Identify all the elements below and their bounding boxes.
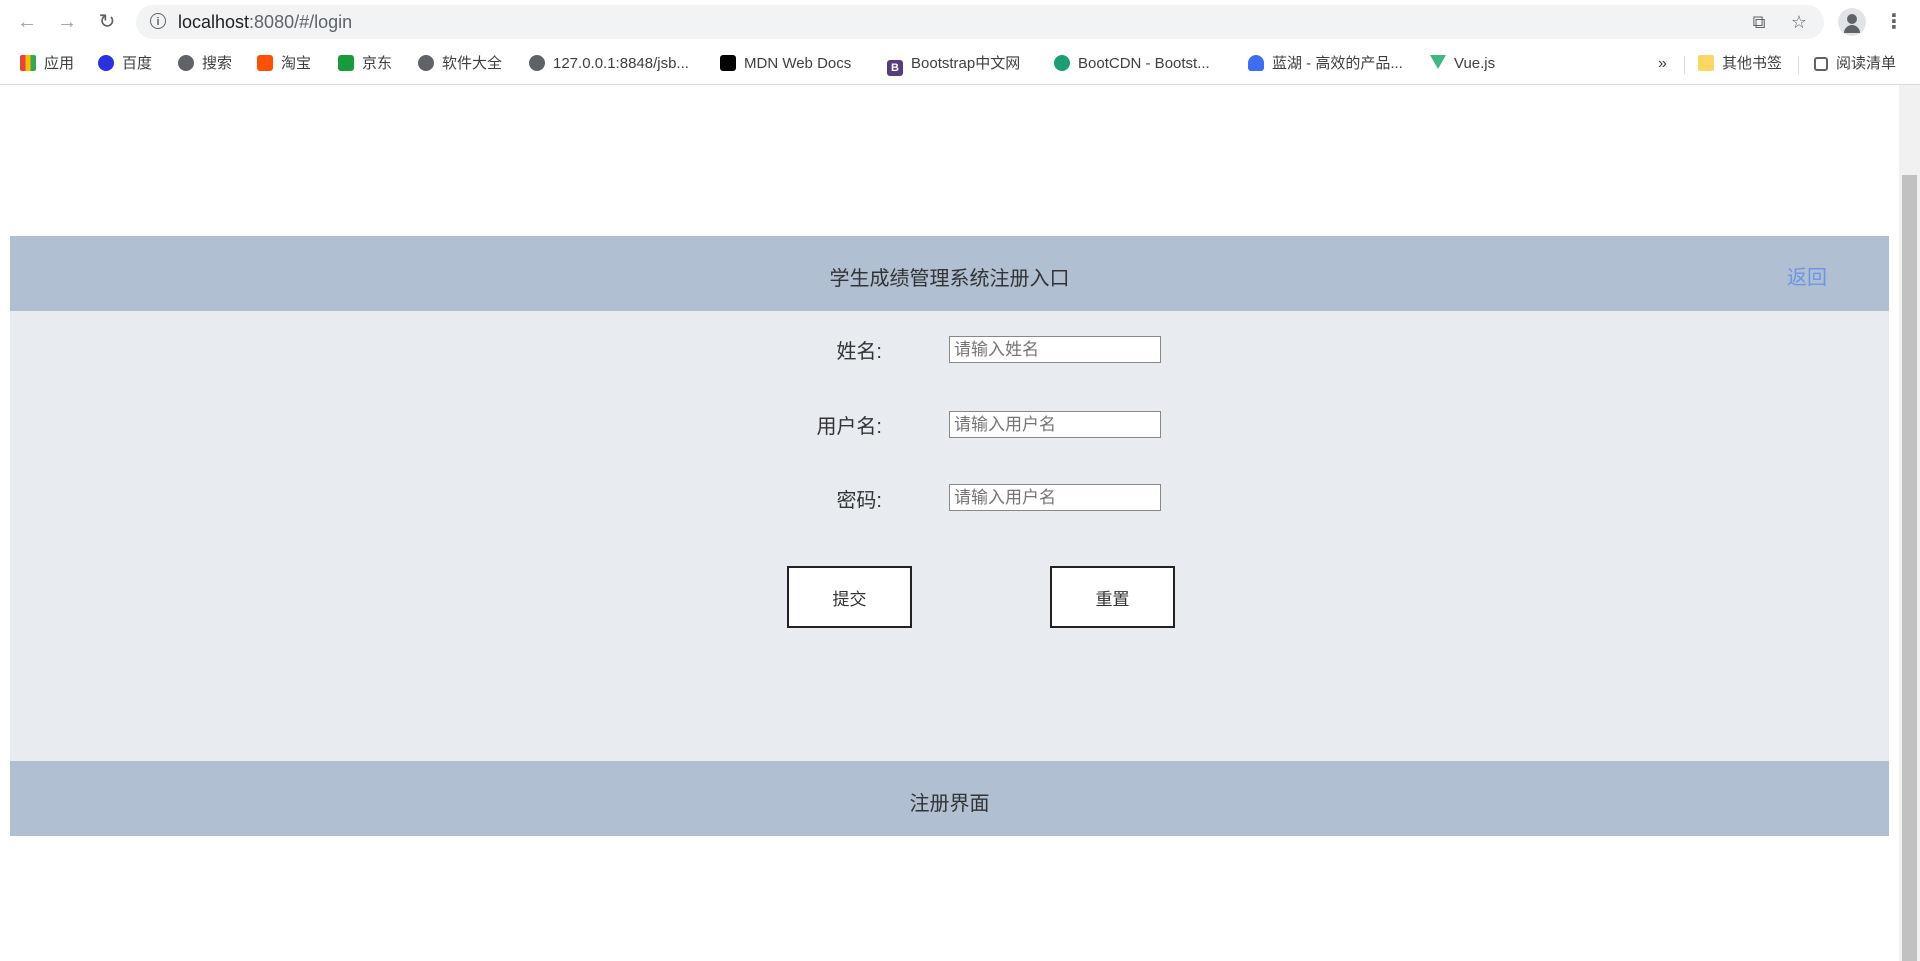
globe-icon (529, 55, 545, 71)
bookmark-bootstrap[interactable]: B Bootstrap中文网 (887, 54, 1021, 76)
page-header: 学生成绩管理系统注册入口 返回 (10, 236, 1889, 311)
mdn-icon (720, 55, 736, 71)
bookmark-label: 127.0.0.1:8848/jsb... (553, 55, 689, 72)
submit-button[interactable]: 提交 (787, 566, 912, 628)
name-label: 姓名: (836, 341, 882, 363)
reload-icon[interactable]: ↻ (95, 10, 119, 34)
password-input[interactable] (949, 484, 1161, 511)
bookmark-label: 蓝湖 - 高效的产品... (1272, 55, 1403, 72)
username-input[interactable] (949, 411, 1161, 438)
bookmark-vue[interactable]: Vue.js (1430, 54, 1495, 74)
bookmark-apps[interactable]: 应用 (20, 54, 74, 74)
bookmark-taobao[interactable]: 淘宝 (257, 54, 311, 74)
bookmark-label: MDN Web Docs (744, 55, 852, 72)
page-footer: 注册界面 (10, 761, 1889, 836)
back-link[interactable]: 返回 (1787, 261, 1827, 290)
bookmark-label: 淘宝 (281, 55, 312, 72)
back-arrow-icon[interactable]: ← (15, 10, 39, 34)
page-viewport: 学生成绩管理系统注册入口 返回 姓名: 用户名: 密码: 提交 重置 注册界面 (0, 85, 1920, 961)
baidu-paw-icon (98, 55, 114, 71)
browser-menu-icon[interactable]: ⋮ (1884, 10, 1904, 34)
register-form: 姓名: 用户名: 密码: 提交 重置 (10, 311, 1889, 761)
bookmark-label: 应用 (44, 55, 75, 72)
page-scrollbar[interactable] (1899, 85, 1920, 961)
bookmark-mdn[interactable]: MDN Web Docs (720, 54, 851, 74)
password-label: 密码: (836, 490, 882, 512)
bookmark-label: BootCDN - Bootst... (1078, 55, 1210, 72)
reading-list-icon (1814, 57, 1828, 71)
forward-arrow-icon[interactable]: → (55, 10, 79, 34)
bootstrap-icon: B (887, 60, 903, 76)
bookmarks-divider (1684, 56, 1685, 74)
apps-grid-icon (20, 55, 36, 71)
star-bookmark-icon[interactable]: ☆ (1788, 11, 1810, 33)
vue-icon (1430, 55, 1446, 69)
reset-button[interactable]: 重置 (1050, 566, 1175, 628)
lanhu-icon (1248, 55, 1264, 71)
bookmark-label: 百度 (122, 55, 153, 72)
scrollbar-thumb[interactable] (1902, 175, 1917, 961)
globe-icon (178, 55, 194, 71)
site-info-icon[interactable]: i (150, 13, 166, 29)
reading-list[interactable]: 阅读清单 (1814, 54, 1896, 74)
name-input[interactable] (949, 336, 1161, 363)
page-title: 学生成绩管理系统注册入口 (829, 268, 1070, 290)
bookmark-label: Vue.js (1454, 55, 1496, 72)
bookmark-lanhu[interactable]: 蓝湖 - 高效的产品... (1248, 54, 1403, 74)
browser-toolbar: ← → ↻ i localhost:8080/#/login ⧉ ☆ ⋮ (0, 0, 1920, 44)
bookmark-software[interactable]: 软件大全 (418, 54, 502, 74)
footer-text: 注册界面 (909, 793, 990, 815)
taobao-icon (257, 55, 273, 71)
bookmark-jd[interactable]: 京东 (338, 54, 392, 74)
url-path: :8080/#/login (249, 12, 353, 32)
share-icon[interactable]: ⧉ (1748, 11, 1770, 33)
bookmarks-overflow-chevron[interactable]: » (1658, 54, 1667, 74)
url-text[interactable]: localhost:8080/#/login (178, 12, 352, 33)
username-label: 用户名: (816, 416, 882, 438)
globe-icon (418, 55, 434, 71)
bookmark-label: 京东 (362, 55, 393, 72)
bookmark-baidu[interactable]: 百度 (98, 54, 152, 74)
bookmarks-divider (1798, 56, 1799, 74)
bookmark-label: 搜索 (202, 55, 233, 72)
bookmark-label: 其他书签 (1722, 55, 1783, 72)
bookmark-localhost-8848[interactable]: 127.0.0.1:8848/jsb... (529, 54, 689, 74)
bookmark-label: 软件大全 (442, 55, 503, 72)
bookmark-label: Bootstrap中文网 (911, 55, 1021, 72)
bookmark-other[interactable]: 其他书签 (1698, 54, 1782, 74)
url-host: localhost (178, 12, 250, 32)
bookmarks-bar: 应用 百度 搜索 淘宝 京东 软件大全 127.0.0.1:8848/jsb..… (0, 44, 1920, 85)
bookmark-search[interactable]: 搜索 (178, 54, 232, 74)
address-bar[interactable]: i localhost:8080/#/login ⧉ ☆ (136, 5, 1824, 39)
profile-avatar-icon[interactable] (1838, 8, 1866, 36)
bootcdn-icon (1054, 55, 1070, 71)
jd-icon (338, 55, 354, 71)
folder-icon (1698, 55, 1714, 71)
reading-list-label: 阅读清单 (1836, 55, 1897, 72)
bookmark-bootcdn[interactable]: BootCDN - Bootst... (1054, 54, 1210, 74)
